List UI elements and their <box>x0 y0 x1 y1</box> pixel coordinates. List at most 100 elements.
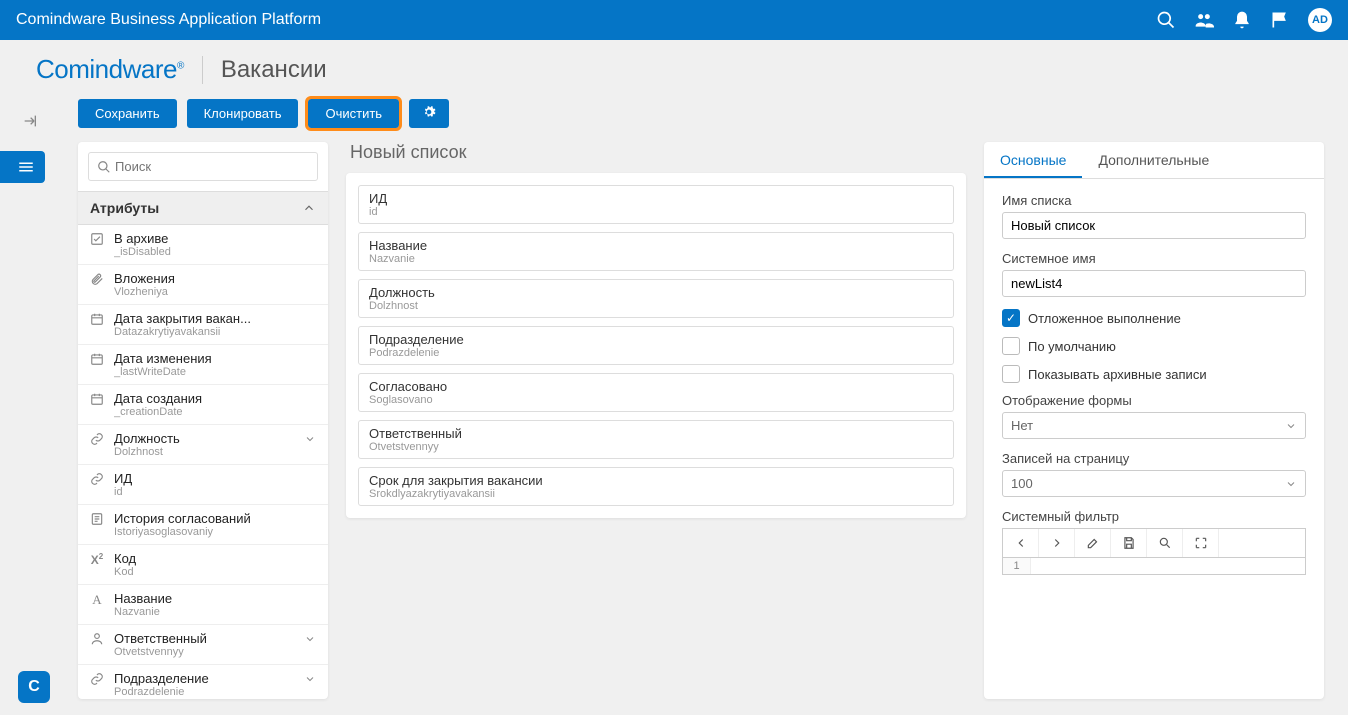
attributes-panel: Атрибуты В архиве_isDisabledВложенияVloz… <box>78 142 328 699</box>
attribute-item[interactable]: ОтветственныйOtvetstvennyy <box>78 625 328 665</box>
settings-button[interactable] <box>409 99 449 128</box>
attr-system-name: Otvetstvennyy <box>114 646 296 658</box>
default-label: По умолчанию <box>1028 339 1116 354</box>
attribute-item[interactable]: Дата закрытия вакан...Datazakrytiyavakan… <box>78 305 328 345</box>
list-title: Новый список <box>350 142 966 163</box>
per-page-select[interactable]: 100 <box>1002 470 1306 497</box>
collapse-rail-button[interactable] <box>10 105 50 137</box>
menu-rail-button[interactable] <box>0 151 45 183</box>
search-icon[interactable] <box>1156 10 1176 30</box>
sys-name-input[interactable] <box>1002 270 1306 297</box>
attribute-item[interactable]: ДолжностьDolzhnost <box>78 425 328 465</box>
people-icon[interactable] <box>1194 10 1214 30</box>
chevron-down-icon <box>1285 420 1297 432</box>
field-item[interactable]: ИДid <box>358 185 954 224</box>
field-list: ИДid НазваниеNazvanie ДолжностьDolzhnost По… <box>346 173 966 518</box>
attribute-item[interactable]: В архиве_isDisabled <box>78 225 328 265</box>
filter-search-button[interactable] <box>1147 529 1183 557</box>
attr-system-name: Kod <box>114 566 318 578</box>
field-label: ИД <box>369 191 943 206</box>
deferred-checkbox[interactable] <box>1002 309 1020 327</box>
form-display-select[interactable]: Нет <box>1002 412 1306 439</box>
save-button[interactable]: Сохранить <box>78 99 177 128</box>
filter-save-button[interactable] <box>1111 529 1147 557</box>
attr-system-name: id <box>114 486 318 498</box>
filter-forward-button[interactable] <box>1039 529 1075 557</box>
filter-toolbar <box>1002 528 1306 557</box>
attr-system-name: Datazakrytiyavakansii <box>114 326 318 338</box>
field-system-name: Otvetstvennyy <box>369 441 943 453</box>
field-system-name: Dolzhnost <box>369 300 943 312</box>
field-item[interactable]: ОтветственныйOtvetstvennyy <box>358 420 954 459</box>
attr-label: Ответственный <box>114 631 296 646</box>
attr-type-icon <box>88 271 106 286</box>
avatar[interactable]: AD <box>1308 8 1332 32</box>
filter-edit-button[interactable] <box>1075 529 1111 557</box>
attribute-item[interactable]: История согласованийIstoriyasoglasovaniy <box>78 505 328 545</box>
attr-type-icon <box>88 431 106 446</box>
attr-label: Дата изменения <box>114 351 318 366</box>
field-item[interactable]: ПодразделениеPodrazdelenie <box>358 326 954 365</box>
bell-icon[interactable] <box>1232 10 1252 30</box>
attr-type-icon: X2 <box>88 551 106 567</box>
form-display-value: Нет <box>1011 418 1033 433</box>
attr-system-name: _creationDate <box>114 406 318 418</box>
attributes-header[interactable]: Атрибуты <box>78 191 328 225</box>
rail-logo-badge[interactable]: C <box>18 671 50 703</box>
attr-type-icon <box>88 511 106 526</box>
attr-system-name: Nazvanie <box>114 606 318 618</box>
sys-filter-label: Системный фильтр <box>1002 509 1306 524</box>
field-system-name: Soglasovano <box>369 394 943 406</box>
attribute-item[interactable]: AНазваниеNazvanie <box>78 585 328 625</box>
chevron-down-icon <box>304 631 318 648</box>
field-item[interactable]: ДолжностьDolzhnost <box>358 279 954 318</box>
default-checkbox[interactable] <box>1002 337 1020 355</box>
attr-system-name: Dolzhnost <box>114 446 296 458</box>
field-label: Название <box>369 238 943 253</box>
filter-back-button[interactable] <box>1003 529 1039 557</box>
attr-type-icon <box>88 351 106 366</box>
field-label: Подразделение <box>369 332 943 347</box>
show-archive-label: Показывать архивные записи <box>1028 367 1207 382</box>
attr-type-icon <box>88 471 106 486</box>
attributes-header-label: Атрибуты <box>90 200 159 216</box>
attribute-search[interactable] <box>88 152 318 181</box>
clear-button[interactable]: Очистить <box>308 99 399 128</box>
properties-panel: Основные Дополнительные Имя списка Систе… <box>984 142 1324 699</box>
attr-label: Должность <box>114 431 296 446</box>
filter-editor[interactable]: 1 <box>1002 557 1306 575</box>
field-item[interactable]: СогласованоSoglasovano <box>358 373 954 412</box>
form-display-label: Отображение формы <box>1002 393 1306 408</box>
attr-type-icon <box>88 671 106 686</box>
separator <box>202 56 203 84</box>
show-archive-checkbox[interactable] <box>1002 365 1020 383</box>
attr-type-icon <box>88 231 106 246</box>
tab-extra[interactable]: Дополнительные <box>1082 142 1225 178</box>
filter-fullscreen-button[interactable] <box>1183 529 1219 557</box>
clone-button[interactable]: Клонировать <box>187 99 299 128</box>
deferred-label: Отложенное выполнение <box>1028 311 1181 326</box>
attribute-item[interactable]: ВложенияVlozheniya <box>78 265 328 305</box>
field-label: Согласовано <box>369 379 943 394</box>
attr-label: Дата закрытия вакан... <box>114 311 318 326</box>
attr-label: Дата создания <box>114 391 318 406</box>
attribute-item[interactable]: X2КодKod <box>78 545 328 585</box>
left-rail: C <box>0 95 60 715</box>
chevron-up-icon <box>302 201 316 215</box>
field-item[interactable]: Срок для закрытия вакансииSrokdlyazakryt… <box>358 467 954 506</box>
field-label: Ответственный <box>369 426 943 441</box>
list-name-input[interactable] <box>1002 212 1306 239</box>
per-page-value: 100 <box>1011 476 1033 491</box>
tab-main[interactable]: Основные <box>984 142 1082 178</box>
per-page-label: Записей на страницу <box>1002 451 1306 466</box>
field-item[interactable]: НазваниеNazvanie <box>358 232 954 271</box>
attribute-item[interactable]: ПодразделениеPodrazdelenie <box>78 665 328 699</box>
attributes-list: В архиве_isDisabledВложенияVlozheniyaДат… <box>78 225 328 699</box>
flag-icon[interactable] <box>1270 10 1290 30</box>
field-system-name: Podrazdelenie <box>369 347 943 359</box>
search-input[interactable] <box>111 157 309 176</box>
attribute-item[interactable]: ИДid <box>78 465 328 505</box>
attribute-item[interactable]: Дата изменения_lastWriteDate <box>78 345 328 385</box>
attr-label: Название <box>114 591 318 606</box>
attribute-item[interactable]: Дата создания_creationDate <box>78 385 328 425</box>
